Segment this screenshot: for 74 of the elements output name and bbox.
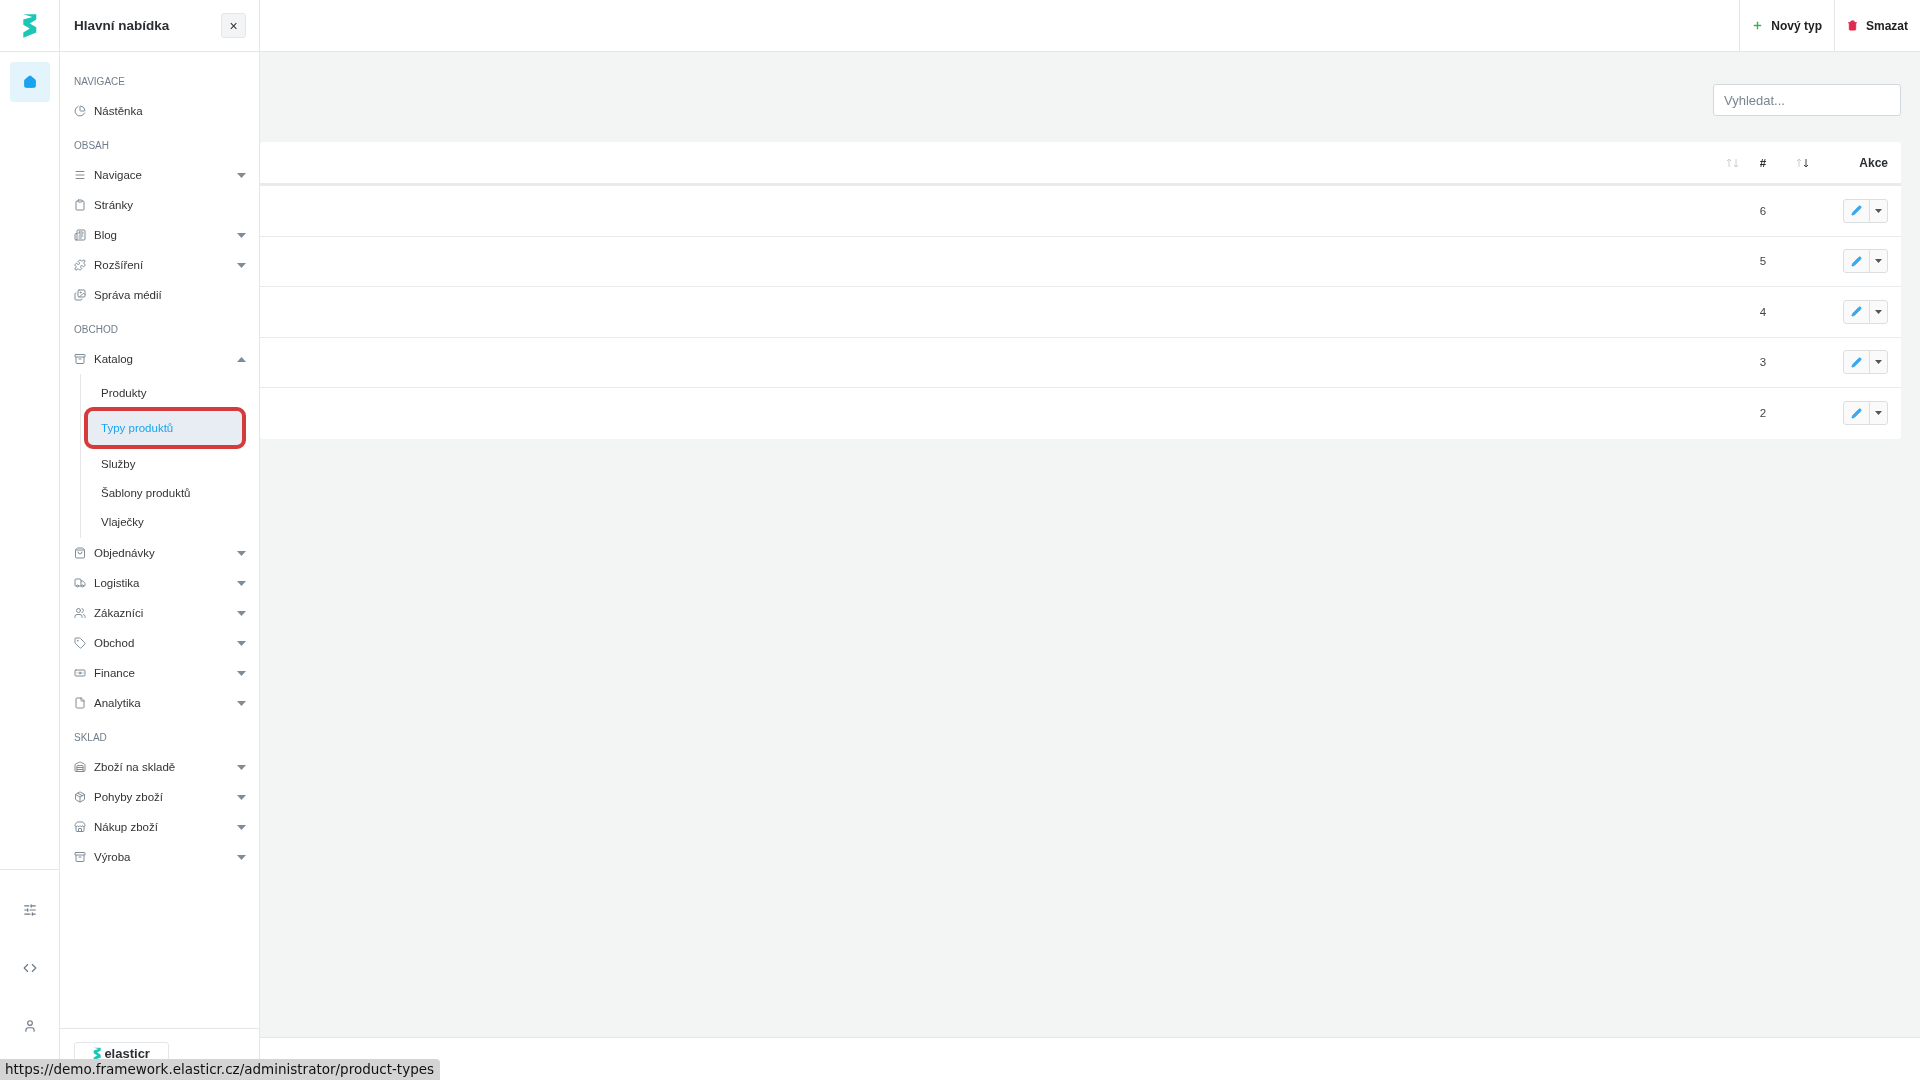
plus-icon: [1752, 20, 1764, 31]
clipboard-icon: [74, 199, 86, 211]
menu-title: Hlavní nabídka: [74, 18, 170, 33]
pencil-icon: [1851, 255, 1862, 267]
menu-item[interactable]: Nástěnka: [74, 96, 246, 126]
submenu-item[interactable]: Vlaječky: [84, 507, 246, 536]
submenu-item[interactable]: Šablony produktů: [84, 478, 246, 507]
section-heading: OBCHOD: [74, 324, 119, 337]
column-header: Akce: [1858, 155, 1888, 170]
menu-item[interactable]: Správa médií: [74, 280, 246, 310]
table-cell-text: 6: [1758, 204, 1768, 217]
truck-icon: [74, 577, 86, 589]
brand-name: elasticr: [104, 1046, 150, 1061]
pencil-icon: [1851, 306, 1862, 318]
url-tooltip: https://demo.framework.elasticr.cz/administrator/product-types: [0, 1059, 441, 1080]
archive-icon: [74, 353, 86, 365]
section-heading: NAVIGACE: [74, 76, 126, 89]
menu-item[interactable]: Obchod: [74, 628, 246, 658]
menu-item[interactable]: Výroba: [74, 842, 246, 872]
column-header[interactable]: #: [1748, 156, 1778, 169]
caret-icon: [1875, 309, 1882, 314]
pencil-icon: [1851, 407, 1862, 419]
caret-icon: [1875, 360, 1882, 365]
caret-icon: [1875, 411, 1882, 416]
caret-icon: [1875, 208, 1882, 213]
tag-icon: [74, 637, 86, 649]
archive-icon: [74, 851, 86, 863]
table-cell-text: 4: [1758, 305, 1768, 318]
menu-item[interactable]: Analytika: [74, 688, 246, 718]
menu-item[interactable]: Blog: [74, 220, 246, 250]
menu-item[interactable]: Stránky: [74, 190, 246, 220]
home-button[interactable]: [9, 62, 50, 102]
users-icon: [74, 607, 86, 619]
sort-icon[interactable]: [1796, 157, 1810, 168]
table-cell-text: 2: [1758, 407, 1768, 420]
banknote-icon: [74, 667, 86, 679]
menu-item[interactable]: Zákazníci: [74, 598, 246, 628]
table-cell-text: 3: [1758, 356, 1768, 369]
submenu-item[interactable]: Služby: [84, 449, 246, 478]
menu-item[interactable]: Zboží na skladě: [74, 752, 246, 782]
logo-icon: [93, 1046, 102, 1061]
file-icon: [74, 697, 86, 709]
section-heading: OBSAH: [74, 140, 110, 153]
store-icon: [74, 821, 86, 833]
search-field[interactable]: Vyhledat...: [1713, 84, 1901, 116]
package-icon: [74, 791, 86, 803]
table-cell-text: 5: [1758, 255, 1768, 268]
menu-item[interactable]: Katalog: [74, 344, 246, 374]
close-button[interactable]: ×: [221, 13, 246, 38]
menu-item[interactable]: Navigace: [74, 160, 246, 190]
section-heading: SKLAD: [74, 732, 108, 745]
code-icon: [22, 961, 37, 975]
logo-icon: [21, 12, 38, 39]
user-icon: [22, 1019, 37, 1033]
menu-item[interactable]: Nákup zboží: [74, 812, 246, 842]
puzzle-icon: [74, 259, 86, 271]
menu-item[interactable]: Pohyby zboží: [74, 782, 246, 812]
trash-icon: [1846, 20, 1858, 31]
pencil-icon: [1851, 356, 1862, 368]
warehouse-icon: [74, 761, 86, 773]
menu-item[interactable]: Rozšíření: [74, 250, 246, 280]
home-icon: [22, 75, 37, 89]
menu-icon: [74, 169, 86, 181]
pencil-icon: [1851, 205, 1862, 217]
bag-icon: [74, 547, 86, 559]
menu-item[interactable]: Finance: [74, 658, 246, 688]
menu-item[interactable]: Logistika: [74, 568, 246, 598]
caret-icon: [1875, 259, 1882, 264]
menu-item[interactable]: Objednávky: [74, 538, 246, 568]
newspaper-icon: [74, 229, 86, 241]
settings-icon: [22, 903, 37, 917]
images-icon: [74, 289, 86, 301]
submenu-item[interactable]: Produkty: [84, 378, 246, 407]
pie-chart-icon: [74, 105, 86, 117]
